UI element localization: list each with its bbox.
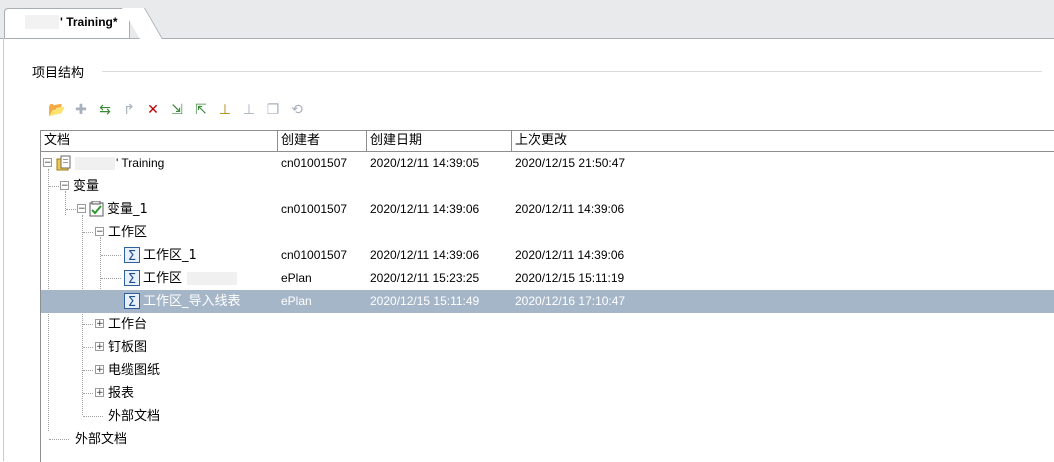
column-header-modified[interactable]: 上次更改	[512, 131, 1054, 151]
panel-border	[3, 38, 4, 461]
row-name: 工作台	[108, 317, 148, 332]
open-folder-icon[interactable]: 📂	[48, 101, 66, 119]
refresh-icon[interactable]: ⟲	[288, 101, 306, 119]
tree-row-project[interactable]: − ' Training cn01001507 2020/12/11 14:39…	[41, 152, 1054, 175]
row-modified: 2020/12/16 17:10:47	[515, 294, 626, 308]
import-icon[interactable]: ⇲	[168, 101, 186, 119]
delete-icon[interactable]: ✕	[144, 101, 162, 119]
collapse-icon[interactable]: −	[60, 181, 69, 191]
expand-icon[interactable]: +	[95, 342, 104, 352]
row-created: 2020/12/11 14:39:05	[370, 156, 480, 170]
row-name: 变量	[73, 179, 100, 194]
tree-row-reports[interactable]: + 报表	[41, 382, 1054, 405]
row-name: 工作区	[143, 271, 183, 286]
tree-row-workspace-2[interactable]: Σ 工作区 ePlan 2020/12/11 15:23:25 2020/12/…	[41, 267, 1054, 290]
section-divider	[102, 71, 1042, 72]
column-header-creator[interactable]: 创建者	[278, 131, 367, 151]
row-name: 外部文档	[75, 432, 128, 447]
svg-text:Σ: Σ	[128, 249, 136, 263]
row-name: 报表	[108, 386, 135, 401]
row-name: ' Training	[116, 156, 165, 170]
tree-row-workspaces[interactable]: − 工作区	[41, 221, 1054, 244]
tree-row-workbench[interactable]: + 工作台	[41, 313, 1054, 336]
tree-row-external-docs[interactable]: 外部文档	[41, 405, 1054, 428]
expand-icon[interactable]: +	[95, 365, 104, 375]
tree-row-workspace-import[interactable]: Σ 工作区_导入线表 ePlan 2020/12/15 15:11:49 202…	[41, 290, 1054, 313]
toolbar: 📂 ✚ ⇆ ↱ ✕ ⇲ ⇱ ⊥ ⊥ ❐ ⟲	[48, 100, 306, 120]
row-creator: cn01001507	[281, 156, 348, 170]
row-modified: 2020/12/15 15:11:19	[515, 271, 625, 285]
forward-icon[interactable]: ↱	[120, 101, 138, 119]
tree-row-variant-1[interactable]: − 变量_1 cn01001507 2020/12/11 14:39:06 20…	[41, 198, 1054, 221]
row-name: 电缆图纸	[108, 363, 161, 378]
tree-row-cable-drawings[interactable]: + 电缆图纸	[41, 359, 1054, 382]
add-icon[interactable]: ✚	[72, 101, 90, 119]
redacted-region	[25, 15, 59, 29]
expand-icon[interactable]: +	[95, 388, 104, 398]
row-created: 2020/12/11 14:39:06	[370, 202, 480, 216]
row-creator: ePlan	[281, 294, 312, 308]
document-icon[interactable]: ❐	[264, 101, 282, 119]
tree-row-external-docs-project[interactable]: 外部文档	[41, 428, 1054, 451]
redacted-region	[187, 272, 237, 285]
row-name: 工作区_导入线表	[143, 294, 241, 309]
row-name: 钉板图	[108, 340, 148, 355]
row-creator: cn01001507	[281, 202, 348, 216]
row-creator: ePlan	[281, 271, 312, 285]
row-modified: 2020/12/11 14:39:06	[515, 248, 625, 262]
row-name: 外部文档	[108, 409, 161, 424]
collapse-icon[interactable]: −	[77, 204, 86, 214]
row-creator: cn01001507	[281, 248, 348, 262]
svg-text:Σ: Σ	[128, 295, 136, 309]
workspace-icon: Σ	[124, 293, 140, 309]
transfer-icon[interactable]: ⇆	[96, 101, 114, 119]
tree-row-variants[interactable]: − 变量	[41, 175, 1054, 198]
row-modified: 2020/12/11 14:39:06	[515, 202, 625, 216]
section-title: 项目结构	[32, 66, 85, 81]
tree-row-workspace-1[interactable]: Σ 工作区_1 cn01001507 2020/12/11 14:39:06 2…	[41, 244, 1054, 267]
stamp-icon[interactable]: ⊥	[216, 101, 234, 119]
column-header-created[interactable]: 创建日期	[367, 131, 512, 151]
project-icon	[56, 155, 71, 171]
stamp-disabled-icon[interactable]: ⊥	[240, 101, 258, 119]
svg-text:Σ: Σ	[128, 272, 136, 286]
tab-label: ' Training*	[60, 15, 118, 29]
workspace-icon: Σ	[124, 247, 140, 263]
tree-row-nailboard[interactable]: + 钉板图	[41, 336, 1054, 359]
tab-training[interactable]: ' Training*	[4, 8, 130, 38]
project-tree-grid: 文档 创建者 创建日期 上次更改 − ' Training cn01001507…	[40, 130, 1054, 462]
row-created: 2020/12/11 15:23:25	[370, 271, 480, 285]
redacted-region	[75, 157, 115, 170]
row-name: 工作区	[108, 225, 148, 240]
workspace-icon: Σ	[124, 270, 140, 286]
export-icon[interactable]: ⇱	[192, 101, 210, 119]
row-created: 2020/12/11 14:39:06	[370, 248, 480, 262]
collapse-icon[interactable]: −	[95, 227, 104, 237]
column-header-doc[interactable]: 文档	[41, 131, 278, 151]
variant-check-icon	[89, 201, 104, 217]
row-name: 变量_1	[107, 202, 148, 217]
tab-strip: ' Training*	[0, 0, 1054, 39]
grid-header: 文档 创建者 创建日期 上次更改	[41, 131, 1054, 152]
row-created: 2020/12/15 15:11:49	[370, 294, 480, 308]
row-modified: 2020/12/15 21:50:47	[515, 156, 626, 170]
row-name: 工作区_1	[143, 248, 197, 263]
collapse-icon[interactable]: −	[43, 158, 52, 168]
expand-icon[interactable]: +	[95, 319, 104, 329]
